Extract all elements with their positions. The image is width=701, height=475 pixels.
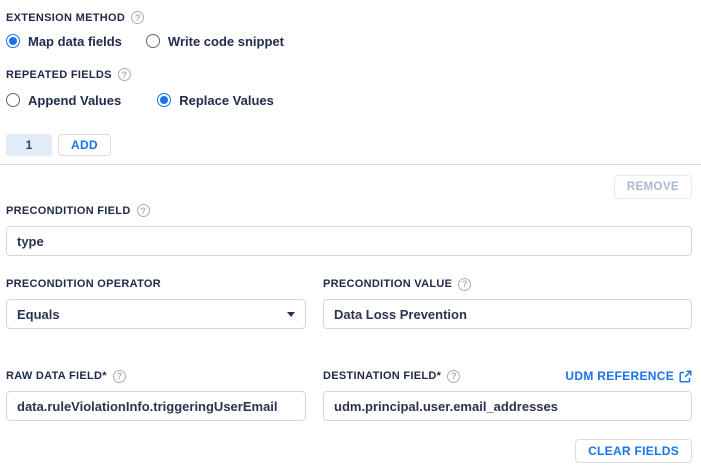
- destination-field-block: DESTINATION FIELD* UDM REFERENCE: [323, 369, 692, 421]
- radio-write-code-snippet[interactable]: Write code snippet: [146, 34, 284, 49]
- repeated-fields-label-row: REPEATED FIELDS: [6, 67, 692, 82]
- remove-button[interactable]: REMOVE: [614, 175, 692, 199]
- clear-fields-button[interactable]: CLEAR FIELDS: [575, 439, 692, 463]
- help-icon[interactable]: [447, 370, 460, 383]
- precondition-value-label-row: PRECONDITION VALUE: [323, 277, 692, 291]
- help-icon[interactable]: [118, 68, 131, 81]
- help-icon[interactable]: [458, 278, 471, 291]
- parser-extension-form: EXTENSION METHOD Map data fields Write c…: [0, 0, 701, 463]
- help-icon[interactable]: [113, 370, 126, 383]
- repeated-fields-label: REPEATED FIELDS: [6, 69, 112, 81]
- precondition-value-block: PRECONDITION VALUE: [323, 277, 692, 329]
- radio-map-data-fields[interactable]: Map data fields: [6, 34, 122, 49]
- precondition-operator-value: Equals: [17, 307, 60, 322]
- udm-reference-link[interactable]: UDM REFERENCE: [565, 369, 692, 383]
- destination-field-label: DESTINATION FIELD*: [323, 370, 441, 382]
- radio-append-values[interactable]: Append Values: [6, 93, 121, 108]
- help-icon[interactable]: [137, 204, 150, 217]
- mapping-tab-strip: 1 ADD: [6, 134, 692, 156]
- tab-1[interactable]: 1: [6, 134, 52, 156]
- precondition-field-label-row: PRECONDITION FIELD: [6, 203, 692, 218]
- raw-data-field-block: RAW DATA FIELD*: [6, 369, 306, 421]
- radio-selected-icon[interactable]: [157, 93, 171, 107]
- radio-unselected-icon[interactable]: [146, 34, 160, 48]
- repeated-fields-options: Append Values Replace Values: [6, 92, 692, 108]
- precondition-field-label: PRECONDITION FIELD: [6, 205, 131, 217]
- raw-data-field-input[interactable]: [6, 391, 306, 421]
- raw-data-field-label-row: RAW DATA FIELD*: [6, 369, 306, 383]
- extension-method-label: EXTENSION METHOD: [6, 12, 125, 24]
- precondition-operator-block: PRECONDITION OPERATOR Equals: [6, 277, 306, 329]
- section-divider: [0, 164, 701, 165]
- radio-replace-values-label: Replace Values: [179, 93, 274, 108]
- radio-append-values-label: Append Values: [28, 93, 121, 108]
- remove-row: REMOVE: [6, 175, 692, 199]
- raw-destination-row: RAW DATA FIELD* DESTINATION FIELD* UDM R…: [6, 369, 692, 421]
- chevron-down-icon: [287, 312, 295, 317]
- destination-field-label-row: DESTINATION FIELD* UDM REFERENCE: [323, 369, 692, 383]
- radio-write-code-snippet-label: Write code snippet: [168, 34, 284, 49]
- precondition-value-label: PRECONDITION VALUE: [323, 278, 452, 290]
- extension-method-options: Map data fields Write code snippet: [6, 33, 692, 49]
- external-link-icon: [679, 370, 692, 383]
- clear-fields-row: CLEAR FIELDS: [6, 439, 692, 463]
- precondition-field-input[interactable]: [6, 226, 692, 256]
- precondition-operator-value-row: PRECONDITION OPERATOR Equals PRECONDITIO…: [6, 277, 692, 329]
- radio-selected-icon[interactable]: [6, 34, 20, 48]
- add-button[interactable]: ADD: [58, 134, 111, 156]
- raw-data-field-label: RAW DATA FIELD*: [6, 370, 107, 382]
- destination-field-input[interactable]: [323, 391, 692, 421]
- precondition-field-block: PRECONDITION FIELD: [6, 203, 692, 256]
- repeated-fields-section: REPEATED FIELDS Append Values Replace Va…: [6, 67, 692, 108]
- udm-reference-label: UDM REFERENCE: [565, 369, 674, 383]
- precondition-operator-select[interactable]: Equals: [6, 299, 306, 329]
- precondition-operator-label-row: PRECONDITION OPERATOR: [6, 277, 306, 291]
- precondition-operator-label: PRECONDITION OPERATOR: [6, 278, 161, 290]
- help-icon[interactable]: [131, 11, 144, 24]
- radio-map-data-fields-label: Map data fields: [28, 34, 122, 49]
- extension-method-label-row: EXTENSION METHOD: [6, 10, 692, 25]
- radio-unselected-icon[interactable]: [6, 93, 20, 107]
- precondition-value-input[interactable]: [323, 299, 692, 329]
- radio-replace-values[interactable]: Replace Values: [157, 93, 274, 108]
